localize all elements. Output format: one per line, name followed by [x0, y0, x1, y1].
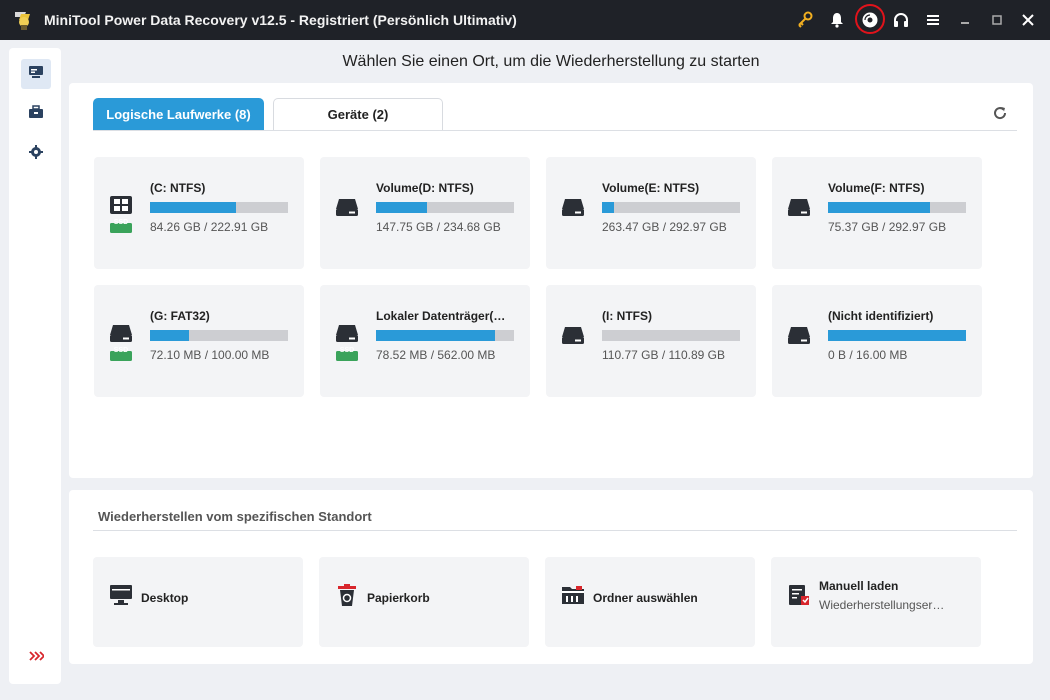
sidebar-item-this-pc[interactable] [21, 59, 51, 89]
hard-drive-icon [560, 197, 586, 231]
this-pc-icon [28, 64, 44, 85]
hard-drive-icon: SSD [334, 323, 360, 361]
drive-usage-fill [828, 330, 966, 341]
hard-drive-icon [560, 325, 586, 359]
location-sublabel: Wiederherstellungser… [819, 598, 945, 612]
drive-name: (Nicht identifiziert) [828, 309, 934, 323]
drive-usage-bar [602, 202, 740, 213]
minimize-icon[interactable] [953, 8, 977, 32]
drive-usage-bar [150, 202, 288, 213]
hard-drive-icon [786, 197, 812, 231]
drive-size: 147.75 GB / 234.68 GB [376, 220, 501, 234]
drive-usage-fill [376, 330, 495, 341]
drive-name: Volume(D: NTFS) [376, 181, 474, 195]
maximize-icon[interactable] [985, 8, 1009, 32]
location-select-folder[interactable]: Ordner auswählen [545, 557, 755, 647]
drive-usage-fill [828, 202, 931, 213]
headset-icon[interactable] [889, 8, 913, 32]
drive-size: 84.26 GB / 222.91 GB [150, 220, 269, 234]
windows-drive-icon: SSD [108, 195, 134, 233]
drive-card[interactable]: (I: NTFS) 110.77 GB / 110.89 GB [546, 285, 756, 397]
toolbox-icon [28, 104, 44, 125]
drive-card[interactable]: Volume(E: NTFS) 263.47 GB / 292.97 GB [546, 157, 756, 269]
ssd-badge: SSD [113, 347, 129, 354]
sidebar-expand-button[interactable] [21, 643, 51, 673]
drive-name: Volume(E: NTFS) [602, 181, 700, 195]
drive-usage-fill [150, 202, 236, 213]
drive-card[interactable]: SSD Lokaler Datenträger(… 78.52 MB / 562.0… [320, 285, 530, 397]
drives-panel: Logische Laufwerke (8) Geräte (2) SSD (C:… [69, 83, 1033, 478]
drive-card[interactable]: SSD (C: NTFS) 84.26 GB / 222.91 GB [94, 157, 304, 269]
drive-name: (G: FAT32) [150, 309, 210, 323]
drive-usage-bar [376, 330, 514, 341]
app-logo-icon [12, 8, 36, 32]
drive-usage-fill [602, 202, 615, 213]
sidebar-item-toolbox[interactable] [21, 99, 51, 129]
location-manual-load[interactable]: Manuell laden Wiederherstellungser… [771, 557, 981, 647]
location-recycle-bin[interactable]: Papierkorb [319, 557, 529, 647]
location-label: Desktop [141, 591, 189, 605]
location-desktop[interactable]: Desktop [93, 557, 303, 647]
section-divider [93, 530, 1017, 531]
folder-icon [561, 583, 585, 609]
location-label: Manuell laden [819, 579, 899, 593]
location-label: Papierkorb [367, 591, 430, 605]
drive-size: 75.37 GB / 292.97 GB [828, 220, 947, 234]
key-icon[interactable] [793, 8, 817, 32]
close-icon[interactable] [1016, 8, 1040, 32]
drive-size: 0 B / 16.00 MB [828, 348, 908, 362]
hard-drive-icon: SSD [108, 323, 134, 361]
drive-name: (C: NTFS) [150, 181, 206, 195]
refresh-icon[interactable] [991, 104, 1009, 122]
bell-icon[interactable] [825, 8, 849, 32]
tab-logical-drives[interactable]: Logische Laufwerke (8) [93, 98, 264, 130]
desktop-icon [109, 583, 133, 609]
load-file-icon [787, 583, 811, 609]
sidebar-item-settings[interactable] [21, 139, 51, 169]
highlight-circle [855, 4, 885, 34]
ssd-badge: SSD [113, 219, 129, 226]
ssd-badge: SSD [339, 347, 355, 354]
tab-divider [93, 130, 1017, 131]
specific-location-panel: Wiederherstellen vom spezifischen Stando… [69, 490, 1033, 664]
drive-name: Lokaler Datenträger(… [376, 309, 506, 323]
drive-name: Volume(F: NTFS) [828, 181, 925, 195]
drive-card[interactable]: Volume(F: NTFS) 75.37 GB / 292.97 GB [772, 157, 982, 269]
settings-icon [28, 144, 44, 165]
drive-usage-fill [376, 202, 428, 213]
hard-drive-icon [786, 325, 812, 359]
drive-size: 78.52 MB / 562.00 MB [376, 348, 496, 362]
title-bar: MiniTool Power Data Recovery v12.5 - Reg… [0, 0, 1050, 40]
recycle-bin-icon [335, 583, 359, 609]
drive-card[interactable]: SSD (G: FAT32) 72.10 MB / 100.00 MB [94, 285, 304, 397]
drive-usage-bar [828, 330, 966, 341]
drive-usage-bar [602, 330, 740, 341]
drive-usage-bar [150, 330, 288, 341]
drive-card[interactable]: Volume(D: NTFS) 147.75 GB / 234.68 GB [320, 157, 530, 269]
tab-devices[interactable]: Geräte (2) [273, 98, 443, 130]
drive-size: 72.10 MB / 100.00 MB [150, 348, 270, 362]
sidebar [9, 48, 61, 684]
window-title: MiniTool Power Data Recovery v12.5 - Reg… [44, 12, 517, 28]
drive-name: (I: NTFS) [602, 309, 652, 323]
menu-icon[interactable] [921, 8, 945, 32]
location-label: Ordner auswählen [593, 591, 698, 605]
drive-size: 263.47 GB / 292.97 GB [602, 220, 727, 234]
drive-usage-bar [376, 202, 514, 213]
drive-usage-bar [828, 202, 966, 213]
drive-card[interactable]: (Nicht identifiziert) 0 B / 16.00 MB [772, 285, 982, 397]
section-heading: Wiederherstellen vom spezifischen Stando… [98, 509, 372, 524]
drive-size: 110.77 GB / 110.89 GB [602, 348, 725, 362]
page-title: Wählen Sie einen Ort, um die Wiederherst… [342, 53, 760, 70]
drive-usage-fill [150, 330, 189, 341]
hard-drive-icon [334, 197, 360, 231]
expand-icon [28, 649, 46, 667]
